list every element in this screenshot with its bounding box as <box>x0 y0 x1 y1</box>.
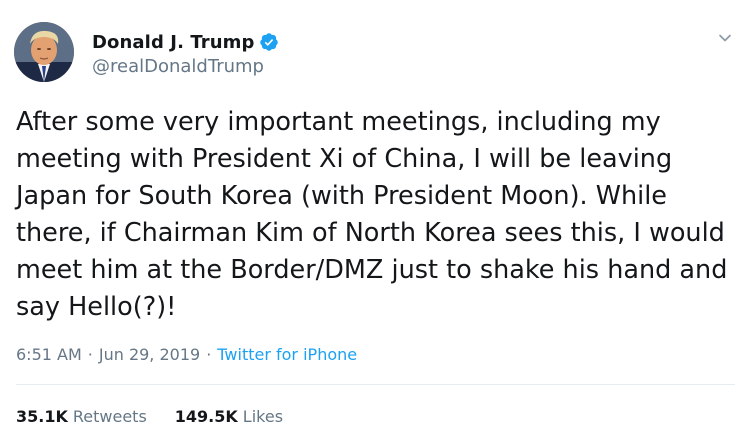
retweets-stat[interactable]: 35.1K Retweets <box>16 407 147 426</box>
meta-separator: · <box>87 345 93 364</box>
divider <box>16 384 735 385</box>
tweet-source-link[interactable]: Twitter for iPhone <box>217 345 357 364</box>
tweet-date[interactable]: Jun 29, 2019 <box>99 345 200 364</box>
tweet-time[interactable]: 6:51 AM <box>16 345 82 364</box>
display-name[interactable]: Donald J. Trump <box>92 32 255 53</box>
tweet-stats: 35.1K Retweets 149.5K Likes <box>16 407 311 426</box>
likes-stat[interactable]: 149.5K Likes <box>175 407 283 426</box>
avatar[interactable] <box>14 22 74 82</box>
handle[interactable]: @realDonaldTrump <box>92 56 279 77</box>
avatar-image <box>14 22 74 82</box>
verified-badge-icon <box>259 33 278 51</box>
author-block: Donald J. Trump @realDonaldTrump <box>92 30 279 77</box>
display-name-row: Donald J. Trump <box>92 30 279 54</box>
tweet-card: Donald J. Trump @realDonaldTrump After s… <box>0 0 751 444</box>
retweets-label: Retweets <box>72 407 147 426</box>
tweet-text: After some very important meetings, incl… <box>16 107 728 322</box>
likes-count: 149.5K <box>174 407 238 426</box>
chevron-down-icon[interactable] <box>717 30 733 46</box>
meta-separator: · <box>206 345 212 364</box>
retweets-count: 35.1K <box>16 407 68 426</box>
tweet-meta: 6:51 AM · Jun 29, 2019 · Twitter for iPh… <box>16 345 357 364</box>
likes-label: Likes <box>242 407 284 426</box>
